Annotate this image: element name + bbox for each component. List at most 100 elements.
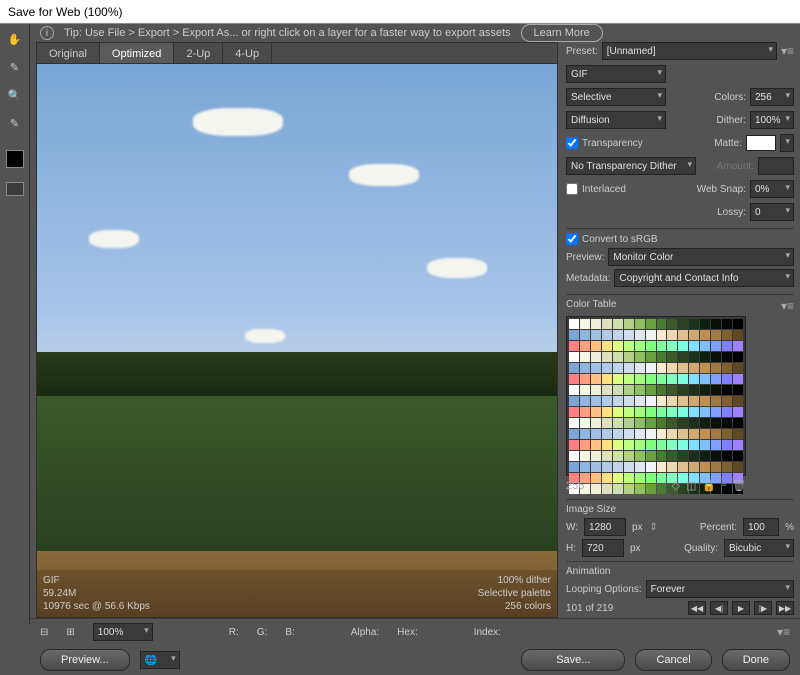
cancel-button[interactable]: Cancel bbox=[635, 649, 711, 671]
h-label: H: bbox=[566, 543, 576, 554]
tip-bar: i Tip: Use File > Export > Export As... … bbox=[30, 24, 800, 42]
hand-tool-icon[interactable]: ✋ bbox=[5, 30, 25, 48]
preset-select[interactable]: [Unnamed] bbox=[602, 42, 777, 60]
format-select[interactable]: GIF bbox=[566, 65, 666, 83]
done-button[interactable]: Done bbox=[722, 649, 790, 671]
matte-select[interactable] bbox=[780, 134, 794, 152]
lossy-select[interactable]: 0 bbox=[750, 203, 794, 221]
tab-optimized[interactable]: Optimized bbox=[100, 43, 175, 63]
info-format: GIF bbox=[43, 574, 150, 587]
trans-dither-select[interactable]: No Transparency Dither bbox=[566, 157, 696, 175]
color-table-menu-icon[interactable]: ▾≡ bbox=[781, 299, 794, 313]
amount-label: Amount: bbox=[717, 161, 754, 172]
websnap-select[interactable]: 0% bbox=[750, 180, 794, 198]
ct-lock-icon[interactable]: 🔒 bbox=[702, 479, 716, 492]
quality-select[interactable]: Bicubic bbox=[724, 539, 794, 557]
w-label: W: bbox=[566, 522, 578, 533]
index-label: Index: bbox=[474, 627, 501, 638]
lossy-label: Lossy: bbox=[717, 207, 746, 218]
info-dither: 100% dither bbox=[478, 574, 551, 587]
link-icon[interactable]: ⇕ bbox=[649, 522, 659, 533]
colors-label: Colors: bbox=[714, 92, 746, 103]
h-unit: px bbox=[630, 543, 641, 554]
last-frame-button[interactable]: ▶▶ bbox=[776, 601, 794, 615]
alpha-label: Alpha: bbox=[351, 627, 379, 638]
slice-tool-icon[interactable]: ✎ bbox=[5, 58, 25, 76]
metadata-select[interactable]: Copyright and Contact Info bbox=[614, 269, 794, 287]
info-palette: Selective palette bbox=[478, 587, 551, 600]
ct-new-icon[interactable]: ▫ bbox=[722, 479, 726, 492]
dither-label: Dither: bbox=[717, 115, 746, 126]
zoom-out-icon[interactable]: ⊟ bbox=[40, 627, 48, 638]
play-button[interactable]: ▶ bbox=[732, 601, 750, 615]
pct-unit: % bbox=[785, 522, 794, 533]
preview-canvas[interactable]: GIF 59.24M 10976 sec @ 56.6 Kbps 100% di… bbox=[36, 64, 558, 618]
window-titlebar: Save for Web (100%) bbox=[0, 0, 800, 24]
zoom-tool-icon[interactable]: 🔍 bbox=[5, 86, 25, 104]
next-frame-button[interactable]: |▶ bbox=[754, 601, 772, 615]
colors-select[interactable]: 256 bbox=[750, 88, 794, 106]
info-colors: 256 colors bbox=[478, 600, 551, 613]
first-frame-button[interactable]: ◀◀ bbox=[688, 601, 706, 615]
tab-original[interactable]: Original bbox=[37, 43, 100, 63]
matte-swatch[interactable] bbox=[746, 135, 776, 151]
matte-label: Matte: bbox=[714, 138, 742, 149]
eyedropper-color-swatch[interactable] bbox=[6, 150, 24, 168]
frame-count: 101 of 219 bbox=[566, 603, 613, 614]
websnap-label: Web Snap: bbox=[697, 184, 746, 195]
ct-trash-icon[interactable]: 🗑 bbox=[732, 479, 746, 492]
preset-menu-icon[interactable]: ▾≡ bbox=[781, 44, 794, 58]
prev-frame-button[interactable]: ◀| bbox=[710, 601, 728, 615]
learn-more-button[interactable]: Learn More bbox=[521, 24, 603, 42]
ct-map-icon[interactable]: ◫ bbox=[686, 479, 696, 492]
width-input[interactable] bbox=[584, 518, 626, 536]
info-time: 10976 sec @ 56.6 Kbps bbox=[43, 600, 150, 613]
tip-text: Tip: Use File > Export > Export As... or… bbox=[64, 27, 511, 39]
preset-label: Preset: bbox=[566, 46, 598, 57]
save-button[interactable]: Save... bbox=[521, 649, 625, 671]
dither-alg-select[interactable]: Diffusion bbox=[566, 111, 666, 129]
slice-visibility-icon[interactable] bbox=[6, 182, 24, 196]
zoom-select[interactable]: 100% bbox=[93, 623, 153, 641]
interlaced-checkbox[interactable] bbox=[566, 183, 578, 195]
srgb-checkbox[interactable] bbox=[566, 233, 578, 245]
tool-column: ✋ ✎ 🔍 ✎ bbox=[0, 24, 30, 624]
zoom-in-icon[interactable]: ⊞ bbox=[66, 627, 74, 638]
preview-button[interactable]: Preview... bbox=[40, 649, 130, 671]
amount-input bbox=[758, 157, 794, 175]
b-label: B: bbox=[285, 627, 294, 638]
transparency-label: Transparency bbox=[582, 138, 643, 149]
tab-2up[interactable]: 2-Up bbox=[174, 43, 223, 63]
animation-label: Animation bbox=[566, 566, 794, 577]
loop-label: Looping Options: bbox=[566, 584, 642, 595]
preview-tabs: Original Optimized 2-Up 4-Up bbox=[36, 42, 558, 64]
tab-4up[interactable]: 4-Up bbox=[223, 43, 272, 63]
g-label: G: bbox=[257, 627, 268, 638]
preview-select[interactable]: Monitor Color bbox=[608, 248, 794, 266]
loop-select[interactable]: Forever bbox=[646, 580, 794, 598]
w-unit: px bbox=[632, 522, 643, 533]
ct-sel-icon[interactable]: ◇ bbox=[672, 479, 680, 492]
transparency-checkbox[interactable] bbox=[566, 137, 578, 149]
color-count: 256 bbox=[566, 480, 584, 492]
settings-panel: Preset: [Unnamed] ▾≡ GIF Selective Color… bbox=[566, 42, 794, 618]
srgb-label: Convert to sRGB bbox=[582, 234, 658, 245]
color-table-label: Color Table bbox=[566, 299, 616, 310]
quality-label: Quality: bbox=[684, 543, 718, 554]
info-size: 59.24M bbox=[43, 587, 150, 600]
image-size-label: Image Size bbox=[566, 504, 794, 515]
percent-label: Percent: bbox=[700, 522, 737, 533]
color-table-grid[interactable] bbox=[566, 316, 746, 476]
browser-select[interactable]: 🌐 bbox=[140, 651, 180, 669]
dither-select[interactable]: 100% bbox=[750, 111, 794, 129]
percent-input[interactable] bbox=[743, 518, 779, 536]
eyedropper-tool-icon[interactable]: ✎ bbox=[5, 114, 25, 132]
info-icon: i bbox=[40, 26, 54, 40]
doc-menu-icon[interactable]: ▾≡ bbox=[777, 625, 790, 639]
reduction-select[interactable]: Selective bbox=[566, 88, 666, 106]
metadata-label: Metadata: bbox=[566, 273, 610, 284]
height-input[interactable] bbox=[582, 539, 624, 557]
preview-label: Preview: bbox=[566, 252, 604, 263]
hex-label: Hex: bbox=[397, 627, 418, 638]
interlaced-label: Interlaced bbox=[582, 184, 626, 195]
